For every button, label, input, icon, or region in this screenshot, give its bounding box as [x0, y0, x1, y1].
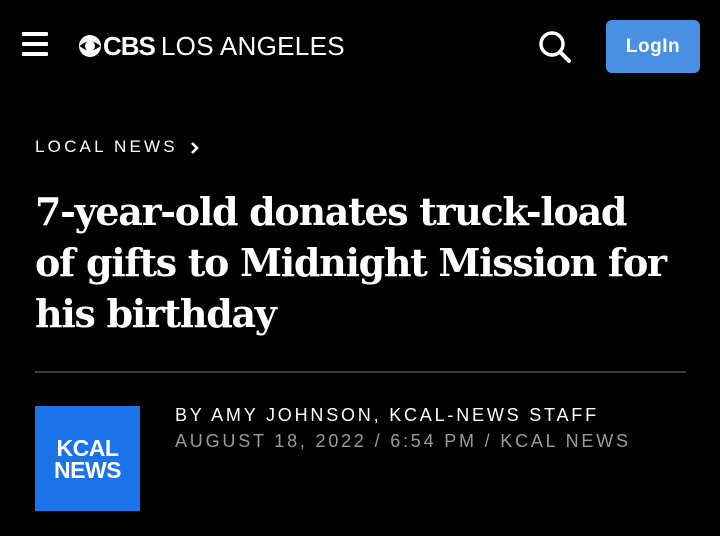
byline-prefix: BY	[175, 405, 205, 425]
dateline-separator: /	[374, 431, 383, 451]
dateline-separator: /	[484, 431, 493, 451]
divider	[35, 371, 686, 373]
chevron-right-icon	[190, 142, 199, 154]
article-headline: 7-year-old donates truck-load of gifts t…	[35, 189, 667, 336]
breadcrumb-label: LOCAL NEWS	[35, 137, 178, 156]
hamburger-menu-icon[interactable]	[22, 32, 48, 58]
hamburger-line	[22, 42, 48, 46]
source-name: KCAL NEWS	[500, 431, 631, 451]
kcal-logo-line1: KCAL	[56, 434, 119, 461]
publish-time: 6:54 PM	[390, 431, 477, 451]
cbs-eye-icon	[79, 35, 101, 57]
login-button[interactable]: LogIn	[606, 20, 700, 73]
kcal-logo-line2: NEWS	[54, 456, 122, 483]
hamburger-line	[22, 52, 48, 56]
breadcrumb-local-news[interactable]: LOCAL NEWS	[35, 137, 200, 157]
cbs-los-angeles-logo[interactable]: CBS LOS ANGELES	[78, 32, 345, 60]
hamburger-line	[22, 32, 48, 36]
article-byline: BY AMY JOHNSON, KCAL-NEWS STAFF	[175, 405, 599, 426]
article-dateline: AUGUST 18, 2022 / 6:54 PM / KCAL NEWS	[175, 431, 631, 452]
logo-brand: CBS	[103, 31, 156, 61]
author-link[interactable]: AMY JOHNSON, KCAL-NEWS STAFF	[211, 405, 599, 425]
logo-city: LOS ANGELES	[160, 31, 345, 61]
publish-date: AUGUST 18, 2022	[175, 431, 367, 451]
top-nav-bar: CBS LOS ANGELES LogIn	[0, 0, 720, 92]
search-icon[interactable]	[538, 30, 572, 64]
kcal-news-logo: KCAL NEWS	[35, 406, 140, 511]
